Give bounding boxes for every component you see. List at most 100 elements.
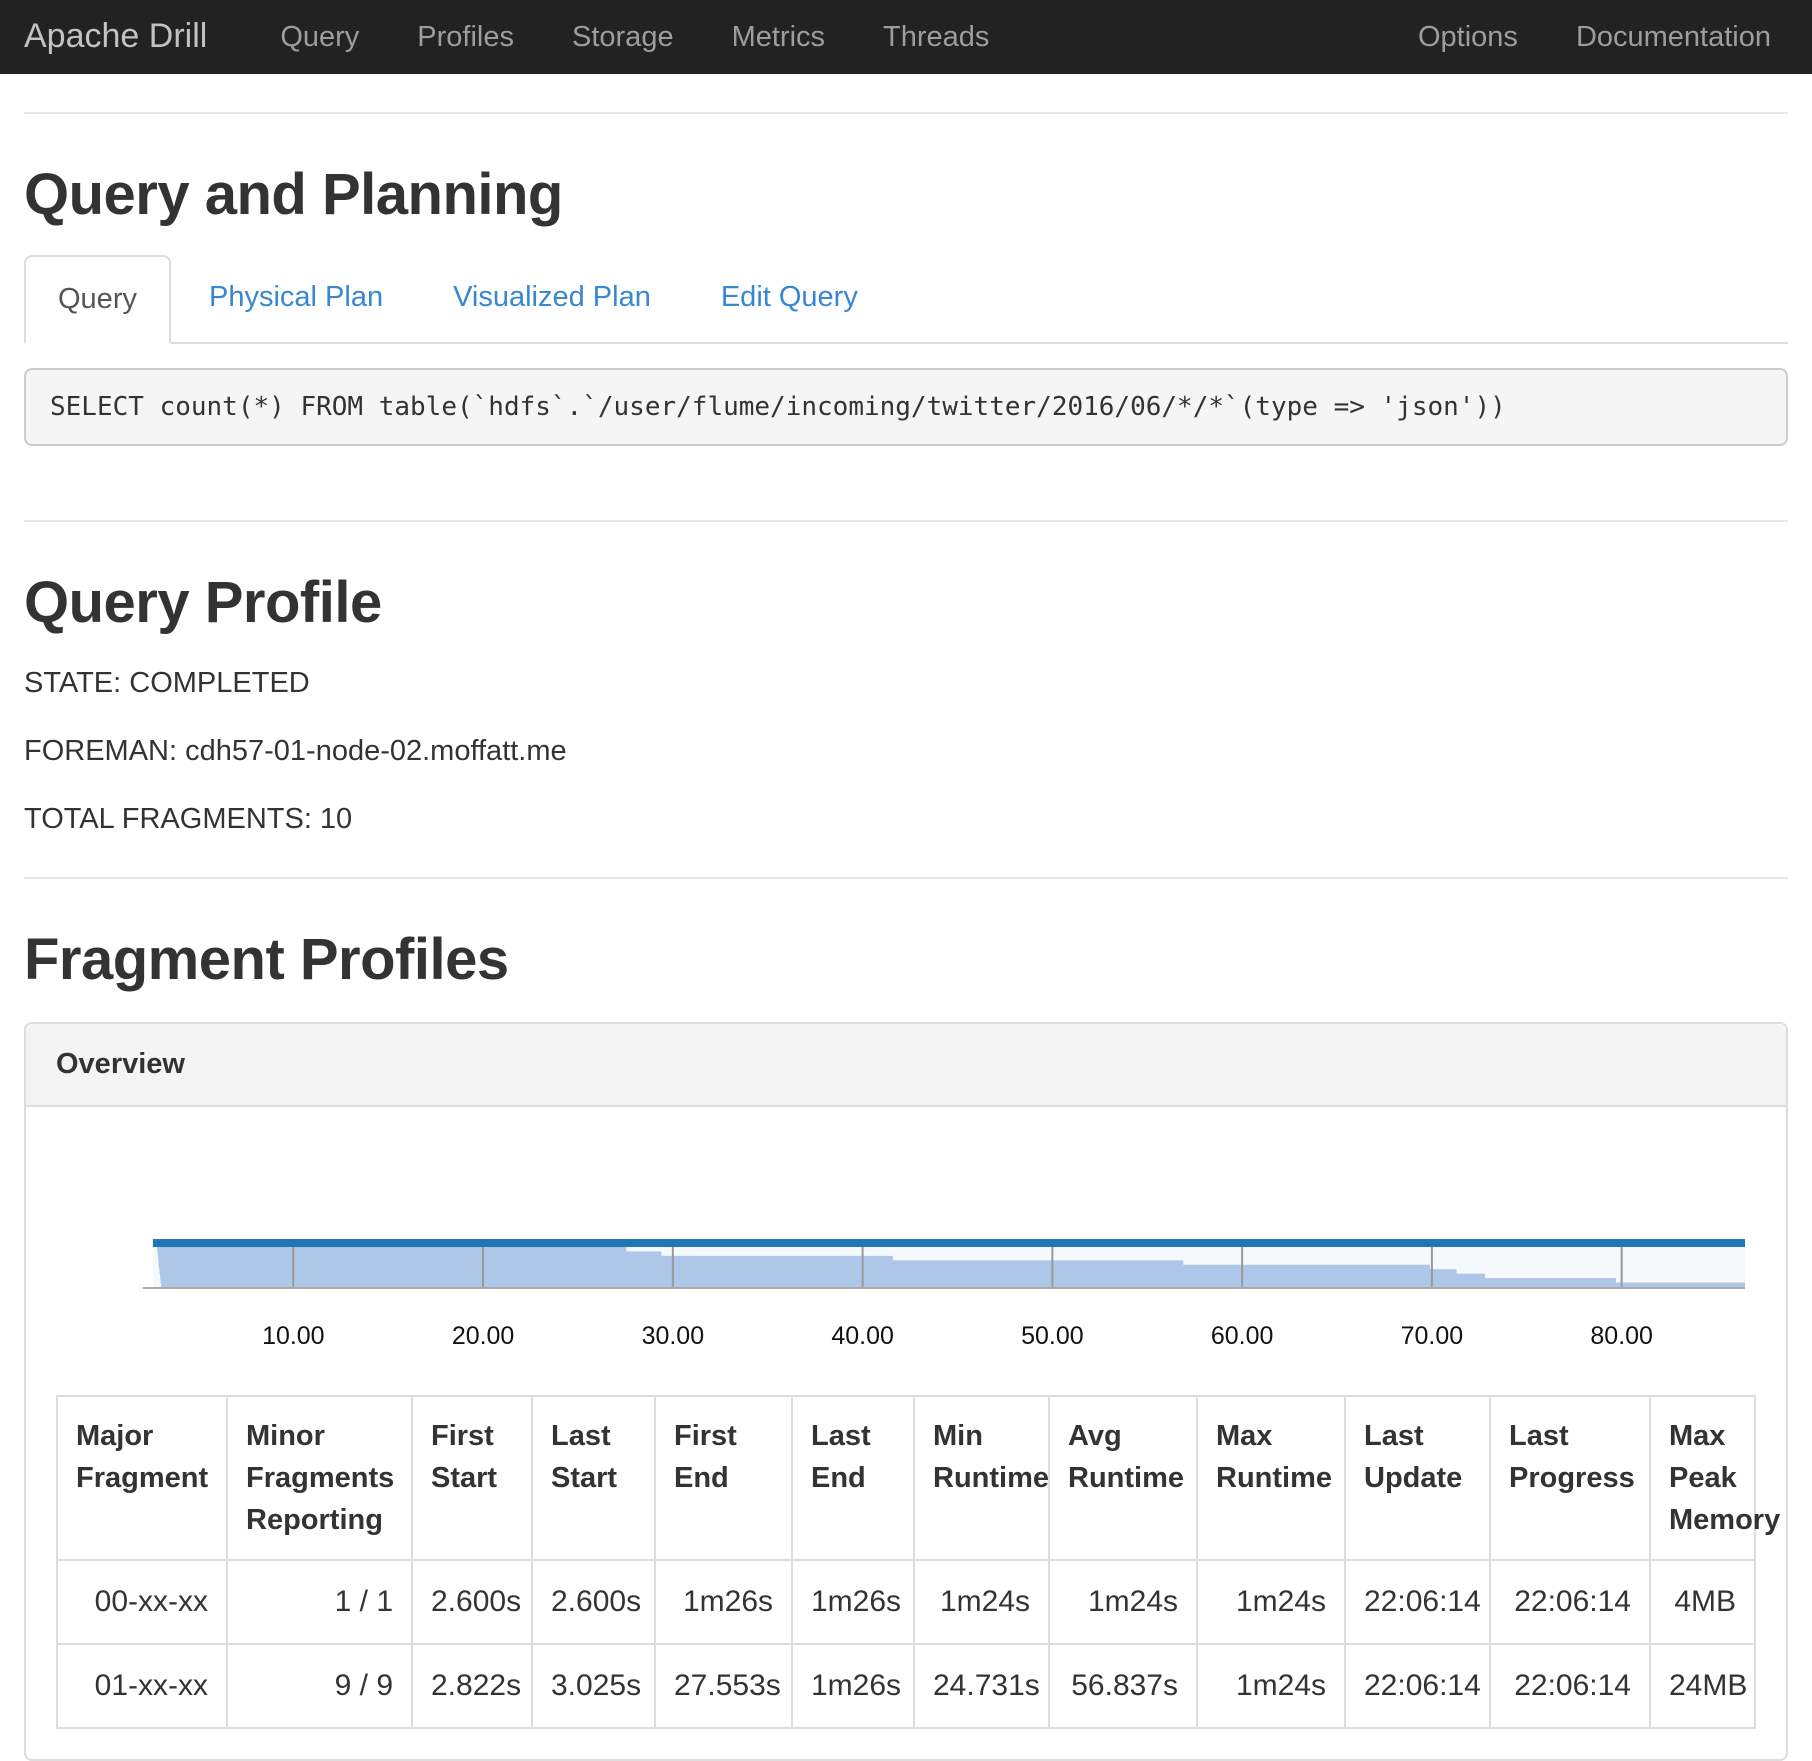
overview-panel: Overview 10.00 20.00 30.00 40.00 50.00 60.00 7… — [24, 1022, 1788, 1761]
table-cell: 27.553s — [655, 1644, 792, 1728]
table-cell: 22:06:14 — [1345, 1560, 1490, 1644]
table-cell: 1m26s — [792, 1644, 914, 1728]
table-row: 01-xx-xx9 / 92.822s3.025s27.553s1m26s24.… — [57, 1644, 1755, 1728]
fragment-profiles-title: Fragment Profiles — [24, 919, 1788, 1000]
navbar-item-threads: Threads — [854, 17, 1018, 58]
table-header-row: Major FragmentMinor Fragments ReportingF… — [57, 1396, 1755, 1560]
table-cell: 22:06:14 — [1345, 1644, 1490, 1728]
column-header: Last Start — [532, 1396, 655, 1560]
navbar-item-query: Query — [251, 17, 388, 58]
table-cell: 2.600s — [412, 1560, 532, 1644]
tab-physical-plan: Physical Plan — [177, 255, 421, 342]
divider — [24, 520, 1788, 522]
table-cell: 9 / 9 — [227, 1644, 412, 1728]
table-cell: 2.822s — [412, 1644, 532, 1728]
tab-link[interactable]: Visualized Plan — [421, 255, 683, 340]
navbar-item-link[interactable]: Profiles — [388, 17, 543, 58]
table-cell: 24.731s — [914, 1644, 1049, 1728]
navbar-item-link[interactable]: Metrics — [703, 17, 854, 58]
tab-link[interactable]: Edit Query — [689, 255, 890, 340]
sql-query-text: SELECT count(*) FROM table(`hdfs`.`/user… — [24, 368, 1788, 446]
table-cell: 1m24s — [1049, 1560, 1197, 1644]
column-header: Last Update — [1345, 1396, 1490, 1560]
chart-tick-label: 30.00 — [642, 1322, 704, 1350]
divider — [24, 112, 1788, 114]
query-state: STATE: COMPLETED — [24, 663, 1788, 704]
table-body: 00-xx-xx1 / 12.600s2.600s1m26s1m26s1m24s… — [57, 1560, 1755, 1728]
table-cell: 1m24s — [914, 1560, 1049, 1644]
column-header: Last Progress — [1490, 1396, 1650, 1560]
column-header: Last End — [792, 1396, 914, 1560]
chart-minor-fragment-bar — [157, 1247, 626, 1252]
table-row: 00-xx-xx1 / 12.600s2.600s1m26s1m26s1m24s… — [57, 1560, 1755, 1644]
tab-visualized-plan: Visualized Plan — [421, 255, 689, 342]
tab-query: Query — [24, 255, 177, 342]
chart-minor-fragment-bar — [160, 1269, 1457, 1274]
tab-link[interactable]: Physical Plan — [177, 255, 415, 340]
chart-tick-label: 50.00 — [1021, 1322, 1083, 1350]
navbar-item-link[interactable]: Documentation — [1547, 17, 1800, 58]
navbar: Apache Drill QueryProfilesStorageMetrics… — [0, 0, 1812, 74]
table-cell: 24MB — [1650, 1644, 1755, 1728]
navbar-item-link[interactable]: Threads — [854, 17, 1018, 58]
overview-panel-heading: Overview — [26, 1024, 1786, 1107]
query-profile-title: Query Profile — [24, 562, 1788, 643]
table-cell: 4MB — [1650, 1560, 1755, 1644]
navbar-item-link[interactable]: Storage — [543, 17, 703, 58]
navbar-brand[interactable]: Apache Drill — [0, 13, 251, 61]
table-cell: 1 / 1 — [227, 1560, 412, 1644]
query-planning-tabs: QueryPhysical PlanVisualized PlanEdit Qu… — [24, 255, 1788, 344]
chart-minor-fragment-bar — [158, 1251, 662, 1256]
navbar-item-link[interactable]: Query — [251, 17, 388, 58]
table-cell: 1m24s — [1197, 1560, 1345, 1644]
column-header: Minor Fragments Reporting — [227, 1396, 412, 1560]
chart-tick-label: 40.00 — [831, 1322, 893, 1350]
chart-tick-label: 70.00 — [1401, 1322, 1463, 1350]
column-header: Max Runtime — [1197, 1396, 1345, 1560]
chart-minor-fragment-bar — [158, 1256, 893, 1261]
navbar-item-documentation: Documentation — [1547, 17, 1800, 58]
table-cell: 3.025s — [532, 1644, 655, 1728]
tab-link[interactable]: Query — [24, 255, 171, 344]
chart-tick-label: 60.00 — [1211, 1322, 1273, 1350]
query-foreman: FOREMAN: cdh57-01-node-02.moffatt.me — [24, 731, 1788, 772]
table-cell: 01-xx-xx — [57, 1644, 227, 1728]
column-header: First Start — [412, 1396, 532, 1560]
navbar-item-metrics: Metrics — [703, 17, 854, 58]
navbar-menu-right: OptionsDocumentation — [1389, 17, 1812, 58]
chart-tick-label: 20.00 — [452, 1322, 514, 1350]
column-header: Max Peak Memory — [1650, 1396, 1755, 1560]
chart-minor-fragment-bar — [160, 1278, 1615, 1283]
table-cell: 2.600s — [532, 1560, 655, 1644]
table-cell: 1m24s — [1197, 1644, 1345, 1728]
table-cell: 00-xx-xx — [57, 1560, 227, 1644]
navbar-item-profiles: Profiles — [388, 17, 543, 58]
column-header: Avg Runtime — [1049, 1396, 1197, 1560]
table-cell: 22:06:14 — [1490, 1644, 1650, 1728]
query-total-fragments: TOTAL FRAGMENTS: 10 — [24, 799, 1788, 840]
fragment-timeline-chart: 10.00 20.00 30.00 40.00 50.00 60.00 70.00 80.00 — [56, 1137, 1756, 1367]
column-header: First End — [655, 1396, 792, 1560]
navbar-item-link[interactable]: Options — [1389, 17, 1547, 58]
table-cell: 1m26s — [655, 1560, 792, 1644]
chart-tick-label: 80.00 — [1590, 1322, 1652, 1350]
fragment-overview-table: Major FragmentMinor Fragments ReportingF… — [56, 1395, 1756, 1729]
table-cell: 22:06:14 — [1490, 1560, 1650, 1644]
navbar-item-storage: Storage — [543, 17, 703, 58]
chart-major-fragment-bar — [153, 1239, 1745, 1247]
column-header: Major Fragment — [57, 1396, 227, 1560]
divider — [24, 877, 1788, 879]
navbar-item-options: Options — [1389, 17, 1547, 58]
page-container: Query and Planning QueryPhysical PlanVis… — [0, 112, 1812, 1761]
table-cell: 56.837s — [1049, 1644, 1197, 1728]
chart-minor-fragment-bar — [159, 1265, 1430, 1270]
navbar-menu: QueryProfilesStorageMetricsThreads — [251, 17, 1018, 58]
chart-minor-fragment-bar — [159, 1260, 1184, 1265]
column-header: Min Runtime — [914, 1396, 1049, 1560]
tab-edit-query: Edit Query — [689, 255, 896, 342]
query-and-planning-title: Query and Planning — [24, 154, 1788, 235]
chart-minor-fragment-bar — [161, 1282, 1745, 1287]
overview-panel-body: 10.00 20.00 30.00 40.00 50.00 60.00 70.00 80.00… — [26, 1107, 1786, 1759]
chart-minor-fragment-bar — [160, 1274, 1485, 1279]
chart-tick-label: 10.00 — [262, 1322, 324, 1350]
